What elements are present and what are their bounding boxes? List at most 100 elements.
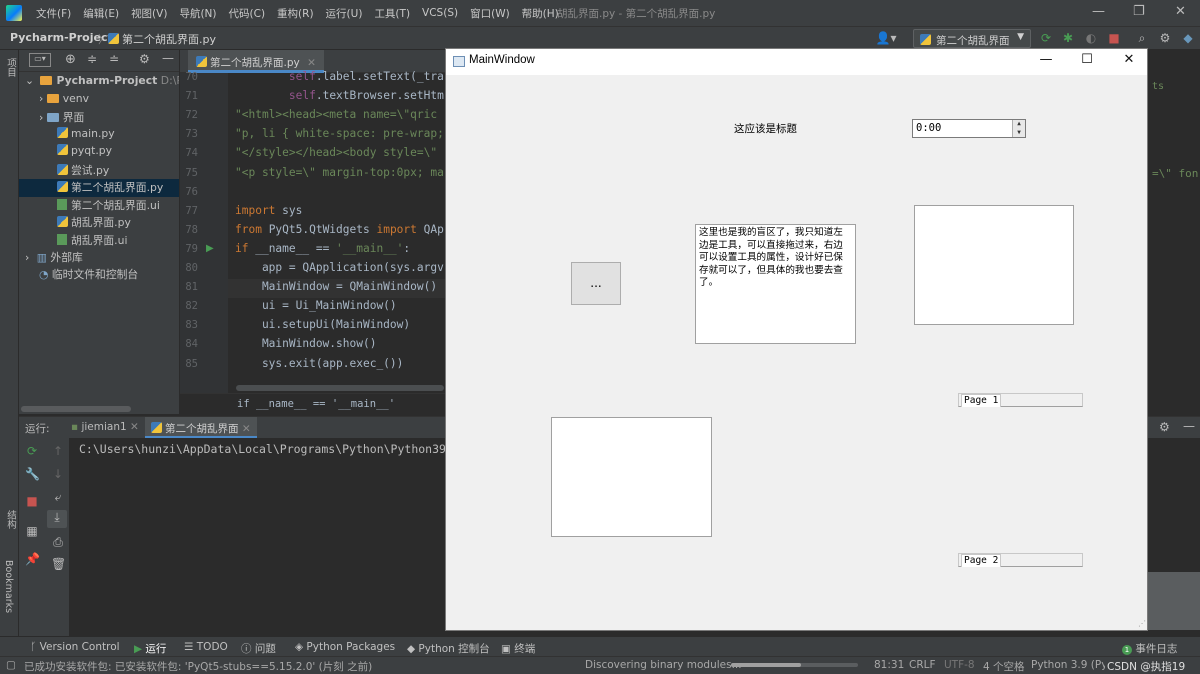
gear-icon[interactable]: ⚙ [1159, 420, 1170, 434]
soft-wrap-icon[interactable]: ⤶ [51, 490, 65, 504]
menu-tools[interactable]: 工具(T) [368, 6, 416, 21]
menu-edit[interactable]: 编辑(E) [77, 6, 125, 21]
editor-horizontal-scrollbar[interactable] [236, 385, 444, 391]
project-tool-tab[interactable]: 项目 [3, 58, 17, 77]
tree-item[interactable]: › 界面 [19, 109, 179, 127]
line-number: 77 [185, 204, 198, 217]
tool-terminal[interactable]: ▣ 终端 [501, 641, 535, 656]
tool-python-packages[interactable]: ◈ Python Packages [295, 641, 395, 653]
tool-python-console[interactable]: ◆ Python 控制台 [407, 641, 490, 656]
search-icon[interactable]: ⌕ [1134, 30, 1150, 46]
minimize-icon[interactable]: — [1092, 4, 1105, 19]
breadcrumb-file[interactable]: 第二个胡乱界面.py [108, 31, 216, 47]
tree-scratches[interactable]: ◔ 临时文件和控制台 [19, 266, 179, 284]
editor-breadcrumb[interactable]: if __name__ == '__main__' [237, 398, 395, 410]
line-separator[interactable]: CRLF [909, 659, 936, 671]
tree-external-libraries[interactable]: › ▥ 外部库 [19, 249, 179, 267]
locate-icon[interactable]: ⊕ [65, 52, 76, 67]
menu-window[interactable]: 窗口(W) [464, 6, 516, 21]
tree-item[interactable]: pyqt.py [19, 144, 179, 162]
rerun-icon[interactable]: ⟳ [1038, 30, 1054, 46]
qt-push-button[interactable]: ... [571, 262, 621, 305]
expand-all-icon[interactable]: ≑ [87, 52, 97, 66]
file-encoding[interactable]: UTF-8 [944, 659, 975, 671]
run-tab-active[interactable]: 第二个胡乱界面 ✕ [145, 417, 257, 439]
time-spinner[interactable]: ▲ ▼ [1012, 120, 1025, 137]
tree-root[interactable]: ⌄ Pycharm-Project D:\Pyc [19, 74, 179, 92]
print-icon[interactable]: ⎙ [51, 535, 65, 549]
close-icon[interactable]: ✕ [1175, 4, 1186, 19]
qt-text-browser[interactable]: 这里也是我的盲区了，我只知道左边是工具，可以直接拖过来，右边可以设置工具的属性，… [695, 224, 856, 344]
arrow-up-icon[interactable]: ↑ [51, 444, 65, 458]
tree-item[interactable]: 第二个胡乱界面.ui [19, 197, 179, 215]
run-tab-jiemian1[interactable]: ▪ jiemian1 ✕ [71, 421, 139, 433]
menu-vcs[interactable]: VCS(S) [416, 7, 464, 19]
pin-icon[interactable]: 📌 [25, 552, 40, 566]
debug-bug-icon[interactable]: ✱ [1060, 30, 1076, 46]
background-task[interactable]: Discovering binary modules... [585, 659, 742, 671]
python-icon[interactable]: ◆ [1180, 30, 1196, 46]
tree-item[interactable]: 胡乱界面.py [19, 214, 179, 232]
code-line: import sys [235, 203, 303, 217]
user-icon[interactable]: 👤▾ [875, 30, 897, 46]
run-gutter-icon[interactable]: ▶ [206, 243, 214, 254]
status-message[interactable]: 已成功安装软件包: 已安装软件包: 'PyQt5-stubs==5.15.2.0… [24, 659, 372, 674]
gear-icon[interactable]: ⚙ [1157, 30, 1173, 46]
menu-file[interactable]: 文件(F) [30, 6, 77, 21]
tool-run[interactable]: ▶ 运行 [134, 641, 166, 656]
console-scrollbar[interactable] [1148, 572, 1200, 630]
line-number: 81 [185, 281, 198, 294]
hide-panel-icon[interactable]: — [1183, 419, 1195, 433]
project-view-icon[interactable]: ▭▾ [29, 53, 51, 67]
bookmarks-tool-tab[interactable]: Bookmarks [3, 560, 14, 613]
status-square-icon[interactable]: ▢ [6, 659, 16, 671]
menu-run[interactable]: 运行(U) [320, 6, 369, 21]
tool-problems[interactable]: ⓘ 问题 [241, 641, 276, 656]
gear-icon[interactable]: ⚙ [139, 52, 150, 66]
stop-icon[interactable]: ■ [25, 494, 39, 508]
coverage-icon[interactable]: ◐ [1083, 30, 1099, 46]
qt-minimize-icon[interactable]: — [1036, 52, 1056, 67]
close-tab-icon[interactable]: ✕ [307, 57, 316, 69]
collapse-all-icon[interactable]: ≐ [109, 52, 119, 66]
tree-item[interactable]: 第二个胡乱界面.py [19, 179, 179, 197]
qt-tab-page-2[interactable]: Page 2 [958, 553, 1083, 567]
project-horizontal-scrollbar[interactable] [21, 406, 131, 412]
qt-maximize-icon[interactable]: ☐ [1077, 52, 1097, 67]
restore-icon[interactable]: ❐ [1133, 4, 1145, 19]
tree-item[interactable]: main.py [19, 126, 179, 145]
caret-position[interactable]: 81:31 [874, 659, 904, 671]
menu-refactor[interactable]: 重构(R) [271, 6, 320, 21]
trash-icon[interactable]: 🗑 [51, 557, 66, 571]
layout-icon[interactable]: ▦ [25, 524, 39, 538]
tree-item[interactable]: 胡乱界面.ui [19, 232, 179, 250]
spin-up-icon[interactable]: ▲ [1013, 120, 1025, 129]
line-number: 84 [185, 338, 198, 351]
indent-setting[interactable]: 4 个空格 [983, 659, 1025, 674]
tool-event-log[interactable]: 1 事件日志 [1122, 641, 1177, 656]
hide-panel-icon[interactable]: — [162, 51, 174, 65]
tool-todo[interactable]: ☰ TODO [184, 641, 228, 653]
resize-grip-icon[interactable]: ⋰ [1138, 619, 1146, 628]
qt-close-icon[interactable]: ✕ [1119, 52, 1139, 67]
run-configuration-dropdown[interactable]: 第二个胡乱界面 ▼ [913, 29, 1031, 48]
qt-time-edit[interactable]: 0:00 ▲ ▼ [912, 119, 1026, 138]
menu-view[interactable]: 视图(V) [125, 6, 173, 21]
tool-version-control[interactable]: ᚴ Version Control [30, 641, 120, 653]
structure-tool-tab[interactable]: 结构 [3, 510, 17, 529]
menu-code[interactable]: 代码(C) [223, 6, 272, 21]
spin-down-icon[interactable]: ▼ [1013, 129, 1025, 138]
arrow-down-icon[interactable]: ↓ [51, 467, 65, 481]
qt-tab-page-1[interactable]: Page 1 [958, 393, 1083, 407]
scroll-to-end-icon[interactable]: ⤓ [47, 510, 67, 528]
line-number: 85 [185, 357, 198, 370]
wrench-icon[interactable]: 🔧 [25, 467, 40, 481]
tree-item[interactable]: 尝试.py [19, 162, 179, 180]
code-line: self.label.setText(_tra [288, 70, 444, 83]
menu-navigate[interactable]: 导航(N) [173, 6, 222, 21]
rerun-icon[interactable]: ⟳ [25, 444, 39, 458]
python-file-icon [151, 422, 162, 433]
tree-item[interactable]: › venv [19, 92, 179, 110]
stop-icon[interactable]: ■ [1106, 30, 1122, 46]
code-line: app = QApplication(sys.argv [235, 261, 444, 274]
